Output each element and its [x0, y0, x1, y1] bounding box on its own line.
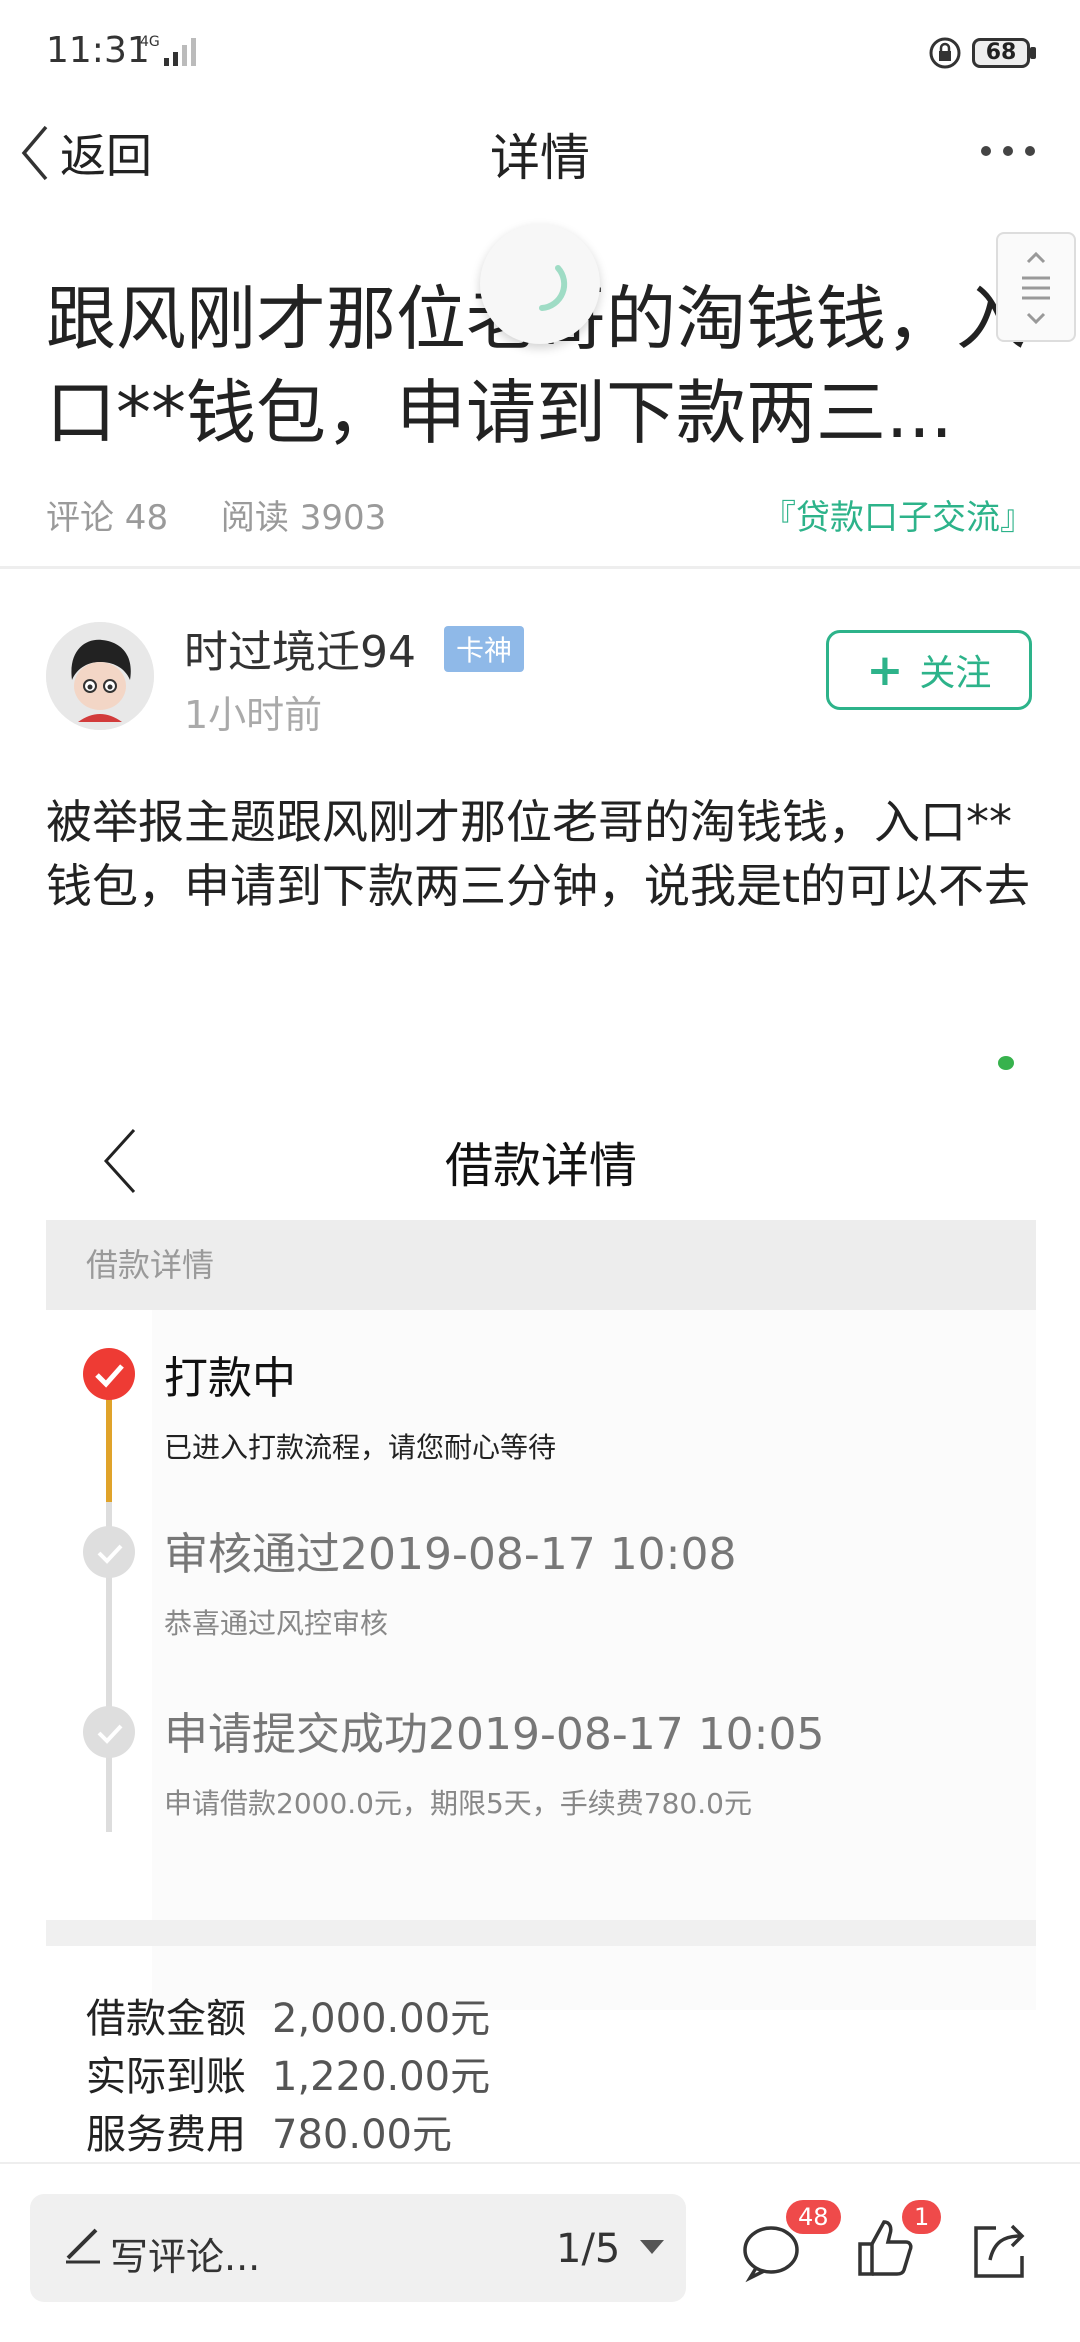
loan-detail-title: 借款详情: [444, 1138, 637, 1194]
page-indicator[interactable]: 1/5: [556, 2226, 620, 2272]
author-name[interactable]: 时过境迁94: [184, 616, 416, 680]
rotation-lock-icon: [929, 37, 961, 69]
caret-down-icon[interactable]: [640, 2240, 664, 2254]
timeline-progress-line: [106, 1390, 112, 1502]
amount-label: 借款金额: [86, 1996, 246, 2042]
follow-button[interactable]: + 关注: [826, 630, 1032, 710]
list-icon: [1022, 251, 1050, 325]
share-icon[interactable]: [966, 2218, 1032, 2284]
page-title: 详情: [490, 129, 590, 187]
spinner-arc-icon: [539, 265, 568, 311]
signal-icon: [164, 38, 196, 66]
avatar[interactable]: [46, 622, 154, 730]
amount-row: 借款金额 2,000.00元: [86, 1986, 490, 2044]
scroll-handle[interactable]: [996, 232, 1076, 342]
avatar-image: [46, 622, 154, 730]
timeline-step-desc: 申请借款2000.0元，期限5天，手续费780.0元: [164, 1787, 752, 1820]
comment-count-label: 评论 48: [46, 498, 169, 538]
like-count-badge: 1: [902, 2200, 942, 2234]
check-done-icon: [83, 1706, 135, 1758]
timeline-step-title: 审核通过2019-08-17 10:08: [164, 1529, 737, 1580]
author-badge: 卡神: [444, 626, 525, 672]
amount-value: 1,220.00元: [272, 2054, 491, 2100]
section-separator: [46, 1920, 1036, 1946]
read-count-label: 阅读 3903: [220, 498, 387, 538]
post-image[interactable]: 借款详情 借款详情 打款中 已进入打款流程，请您耐心等待 审核通过2019-08…: [46, 1090, 1036, 2160]
amount-row: 实际到账 1,220.00元: [86, 2044, 490, 2102]
loading-spinner: [480, 224, 600, 344]
timeline-step-title: 打款中: [164, 1353, 296, 1404]
amount-label: 实际到账: [86, 2054, 246, 2100]
comment-count-badge: 48: [786, 2200, 841, 2234]
status-time: 11:31: [46, 30, 150, 71]
network-type: 4G: [140, 34, 160, 50]
post-body: 被举报主题跟风刚才那位老哥的淘钱钱，入口**钱包，申请到下款两三分钟，说我是t的…: [46, 795, 1031, 913]
pencil-icon: [66, 2228, 100, 2264]
more-icon[interactable]: [980, 145, 1036, 157]
section-label: 借款详情: [86, 1246, 215, 1284]
forum-tag-link[interactable]: 『贷款口子交流』: [762, 490, 1034, 539]
amount-value: 780.00元: [272, 2112, 452, 2158]
amount-value: 2,000.00元: [272, 1996, 491, 2042]
plus-icon: +: [866, 644, 904, 696]
battery-tip: [1030, 47, 1036, 59]
timeline-step-desc: 恭喜通过风控审核: [164, 1607, 389, 1640]
timeline-step-desc: 已进入打款流程，请您耐心等待: [164, 1431, 557, 1464]
timeline-panel: [152, 1310, 1036, 2010]
wechat-dot-icon: [998, 1056, 1014, 1070]
post-time: 1小时前: [184, 693, 323, 737]
amount-label: 服务费用: [86, 2112, 246, 2158]
post-stats: 评论 48 阅读 3903: [46, 490, 428, 539]
battery-indicator: 68: [972, 38, 1030, 68]
divider: [0, 566, 1080, 569]
check-done-icon: [83, 1526, 135, 1578]
timeline-step-title: 申请提交成功2019-08-17 10:05: [164, 1709, 825, 1760]
amount-row: 服务费用 780.00元: [86, 2102, 452, 2160]
follow-label: 关注: [919, 653, 992, 694]
check-active-icon: [83, 1348, 135, 1400]
comment-placeholder: 写评论...: [110, 2235, 261, 2279]
